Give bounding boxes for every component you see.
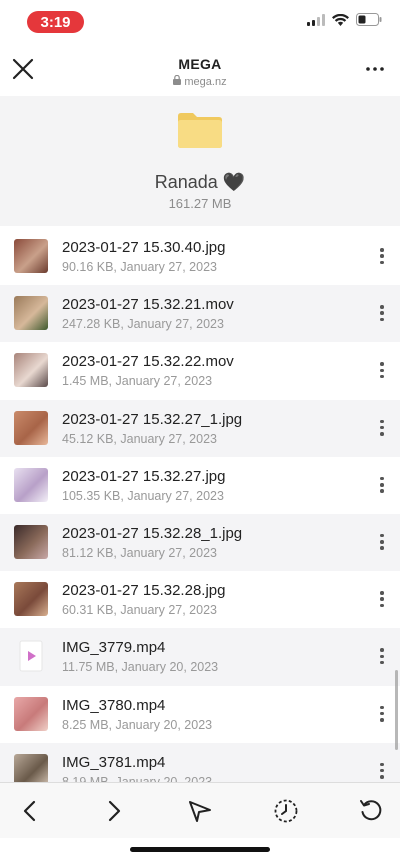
file-row[interactable]: 2023-01-27 15.32.27.jpg 105.35 KB, Januar…: [0, 457, 400, 514]
back-icon[interactable]: [14, 796, 44, 826]
row-more-icon[interactable]: [376, 359, 388, 381]
history-icon[interactable]: [271, 796, 301, 826]
file-row[interactable]: 2023-01-27 15.32.28.jpg 60.31 KB, January…: [0, 571, 400, 628]
row-more-icon[interactable]: [376, 474, 388, 496]
file-meta: 105.35 KB, January 27, 2023: [62, 488, 224, 503]
file-name: 2023-01-27 15.32.27_1.jpg: [62, 410, 243, 428]
row-more-icon[interactable]: [376, 703, 388, 725]
file-thumbnail: [14, 410, 48, 445]
file-row[interactable]: 2023-01-27 15.30.40.jpg 90.16 KB, January…: [0, 228, 400, 285]
file-meta: 247.28 KB, January 27, 2023: [62, 317, 224, 332]
folder-name: Ranada 🖤: [154, 172, 246, 192]
row-more-icon[interactable]: [376, 531, 388, 553]
file-name: 2023-01-27 15.30.40.jpg: [62, 239, 226, 256]
file-meta: 1.45 MB, January 27, 2023: [62, 374, 213, 389]
file-row[interactable]: IMG_3781.mp4 8.19 MB, January 20, 2023: [0, 742, 400, 782]
file-thumbnail: [14, 353, 48, 388]
scrollbar[interactable]: [395, 670, 398, 750]
wifi-icon: [332, 13, 349, 31]
status-bar: 3:19: [0, 0, 400, 44]
browser-header: MEGA mega.nz: [0, 44, 400, 96]
file-name: 2023-01-27 15.32.21.mov: [62, 296, 234, 314]
row-more-icon[interactable]: [376, 588, 388, 610]
row-more-icon[interactable]: [376, 760, 388, 782]
file-thumbnail: [14, 753, 48, 782]
file-thumbnail: [14, 296, 48, 331]
row-more-icon[interactable]: [376, 245, 388, 267]
reload-icon[interactable]: [356, 796, 386, 826]
file-name: 2023-01-27 15.32.22.mov: [62, 353, 234, 371]
file-meta: 81.12 KB, January 27, 2023: [62, 545, 217, 560]
file-row[interactable]: 2023-01-27 15.32.21.mov 247.28 KB, Januar…: [0, 285, 400, 343]
file-name: IMG_3781.mp4: [62, 753, 166, 771]
more-icon[interactable]: [360, 56, 390, 82]
site-title: MEGA: [178, 56, 222, 72]
file-row[interactable]: 2023-01-27 15.32.22.mov 1.45 MB, January …: [0, 342, 400, 399]
file-row[interactable]: 2023-01-27 15.32.27_1.jpg 45.12 KB, Janua…: [0, 399, 400, 457]
lock-icon: [173, 74, 182, 88]
file-name: 2023-01-27 15.32.28.jpg: [62, 582, 226, 600]
forward-icon[interactable]: [100, 796, 130, 826]
status-time: 3:19: [27, 11, 84, 33]
file-thumbnail: [14, 696, 48, 731]
file-meta: 8.25 MB, January 20, 2023: [62, 717, 213, 732]
site-url: mega.nz: [184, 75, 227, 88]
file-thumbnail: [14, 239, 48, 273]
file-row[interactable]: 2023-01-27 15.32.28_1.jpg 81.12 KB, Janua…: [0, 513, 400, 572]
file-list: 2023-01-27 15.30.40.jpg 90.16 KB, January…: [0, 228, 400, 782]
video-file-icon: [14, 639, 48, 673]
file-thumbnail: [14, 467, 48, 502]
file-meta: 90.16 KB, January 27, 2023: [62, 260, 217, 274]
site-url-row: mega.nz: [0, 74, 400, 88]
file-name: IMG_3779.mp4: [62, 639, 166, 657]
folder-icon: [176, 110, 224, 150]
file-meta: 45.12 KB, January 27, 2023: [62, 431, 217, 446]
home-indicator: [130, 847, 270, 852]
file-row[interactable]: IMG_3780.mp4 8.25 MB, January 20, 2023: [0, 686, 400, 743]
row-more-icon[interactable]: [376, 645, 388, 667]
file-row[interactable]: IMG_3779.mp4 11.75 MB, January 20, 2023: [0, 628, 400, 686]
browser-toolbar: [0, 782, 400, 838]
row-more-icon[interactable]: [376, 302, 388, 324]
file-name: IMG_3780.mp4: [62, 696, 166, 714]
file-thumbnail: [14, 524, 48, 559]
row-more-icon[interactable]: [376, 417, 388, 439]
file-meta: 60.31 KB, January 27, 2023: [62, 603, 217, 618]
folder-size: 161.27 MB: [168, 196, 232, 211]
file-meta: 11.75 MB, January 20, 2023: [62, 660, 219, 675]
share-icon[interactable]: [185, 796, 215, 826]
folder-summary: Ranada 🖤 161.27 MB: [0, 96, 400, 226]
battery-icon: [356, 13, 382, 31]
file-meta: 8.19 MB, January 20, 2023: [62, 774, 213, 782]
file-name: 2023-01-27 15.32.28_1.jpg: [62, 524, 243, 542]
signal-icon: [307, 13, 325, 31]
status-icons: [307, 13, 382, 31]
file-thumbnail: [14, 582, 48, 617]
file-name: 2023-01-27 15.32.27.jpg: [62, 467, 226, 485]
